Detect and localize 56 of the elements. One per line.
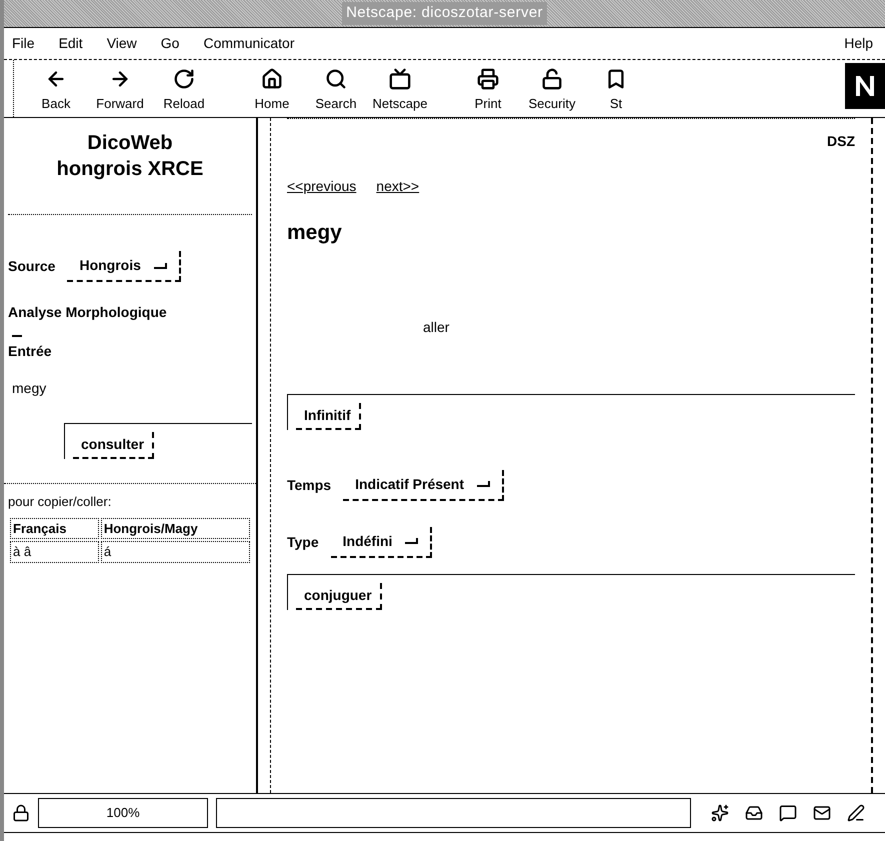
field-label: Temps	[287, 476, 332, 495]
field-label: Source	[8, 257, 56, 276]
field-label: Type	[287, 532, 319, 552]
mail-icon	[813, 804, 831, 822]
dropdown-indicator-icon	[404, 537, 418, 545]
menu-item[interactable]: Edit	[58, 33, 83, 54]
site-title: hongrois XRCE	[56, 157, 204, 182]
table-header: Hongrois/Magy	[100, 518, 250, 539]
translation: aller	[423, 318, 450, 336]
padlock-icon	[12, 804, 30, 822]
input-field[interactable]: megy	[12, 378, 212, 399]
sparkle-icon	[711, 804, 729, 822]
push-button[interactable]: consulter	[73, 432, 154, 459]
menu-item[interactable]: Communicator	[203, 33, 294, 54]
toolbar-button[interactable]: Search	[306, 68, 366, 113]
tv-icon	[389, 68, 411, 90]
toolbar-button[interactable]: Forward	[90, 68, 150, 113]
dropdown[interactable]: Indicatif Présent	[343, 470, 504, 500]
padlock-icon	[541, 68, 563, 90]
corner-code: DSZ	[827, 132, 855, 151]
section-heading: Analyse Morphologique	[8, 303, 168, 322]
copy-note: pour copier/coller:	[8, 493, 112, 511]
menu-item[interactable]: Go	[160, 33, 180, 54]
speech-bubble-icon	[779, 804, 797, 822]
toolbar-button[interactable]: Security	[522, 68, 582, 113]
toolbar-button[interactable]: Netscape	[370, 68, 430, 113]
printer-icon	[477, 68, 499, 90]
house-icon	[261, 68, 283, 90]
toolbar-button[interactable]: Reload	[154, 68, 214, 113]
pen-icon	[847, 804, 865, 822]
dropdown[interactable]: Hongrois	[67, 251, 181, 282]
reload-icon	[173, 68, 195, 90]
headword: megy	[287, 220, 343, 246]
dropdown[interactable]: Indéfini	[330, 526, 432, 558]
menu-item[interactable]: View	[106, 33, 137, 54]
search-icon	[325, 68, 347, 90]
toolbar-button[interactable]: Back	[26, 68, 86, 113]
toolbar-button[interactable]: Home	[242, 68, 302, 113]
dropdown-indicator-icon	[476, 480, 490, 488]
inbox-icon	[745, 804, 763, 822]
nav-link[interactable]: <<previous	[287, 176, 356, 197]
table-cell: á	[100, 541, 250, 562]
field-label: Entrée	[8, 342, 53, 361]
dropdown-indicator-icon	[152, 262, 167, 270]
menu-item[interactable]: Help	[844, 33, 873, 54]
site-title: DicoWeb	[87, 131, 173, 156]
nav-link[interactable]: next>>	[376, 176, 420, 197]
zoom-level: 100%	[38, 798, 208, 828]
push-button[interactable]: conjuguer	[296, 582, 382, 610]
push-button[interactable]: Infinitif	[296, 402, 361, 430]
toolbar-button[interactable]: Print	[458, 68, 518, 113]
toolbar-button[interactable]: St	[586, 68, 646, 113]
menu-item[interactable]: File	[12, 33, 35, 54]
table-cell: à â	[10, 541, 99, 562]
table-header: Français	[10, 518, 99, 539]
window-title: Netscape: dicoszotar-server	[342, 2, 547, 25]
